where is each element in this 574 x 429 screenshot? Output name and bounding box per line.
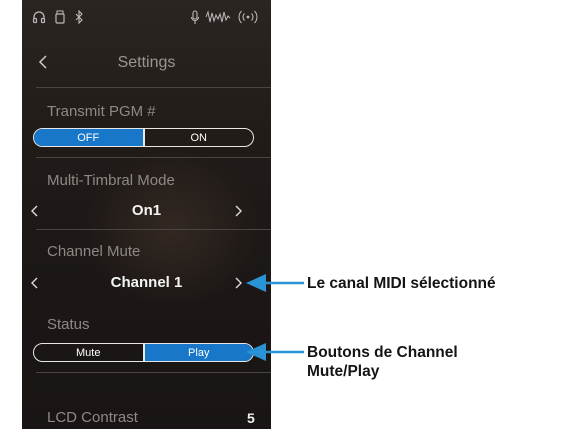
callout-arrow-channel xyxy=(246,274,304,292)
callout-arrow-buttons xyxy=(246,343,304,361)
annotation-line: Mute/Play xyxy=(307,363,380,380)
annotation-line: Boutons de Channel xyxy=(307,344,458,361)
annotation-mute-play-buttons: Boutons de Channel Mute/Play xyxy=(307,343,458,381)
annotation-selected-channel: Le canal MIDI sélectionné xyxy=(307,275,496,292)
callout-arrows xyxy=(246,274,304,361)
